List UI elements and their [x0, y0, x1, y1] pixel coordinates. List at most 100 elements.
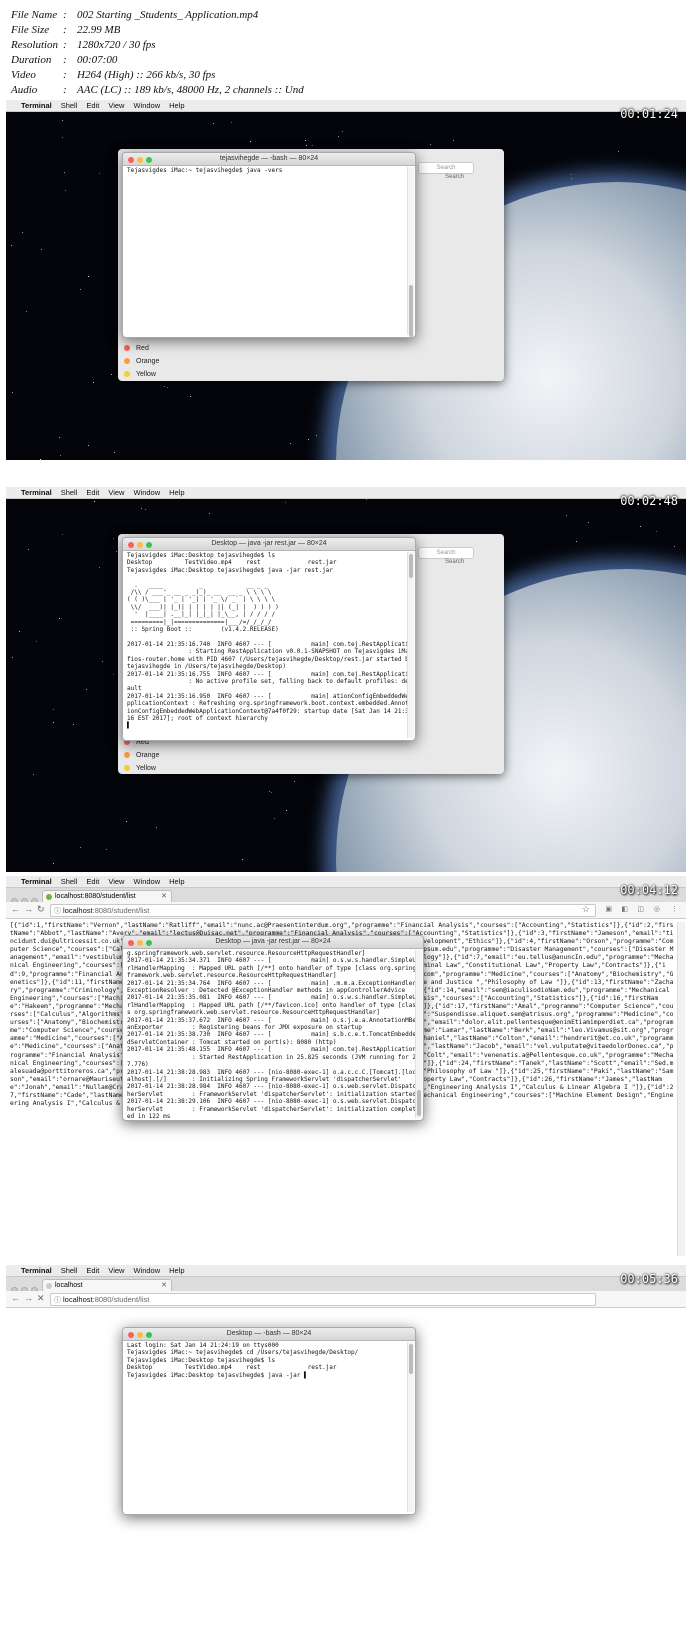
terminal-output[interactable]: g.springframework.web.servlet.resource.R… — [127, 950, 415, 1118]
info-value: 00:07:00 — [77, 54, 118, 66]
address-bar: ← → ↻ ⓘ localhost:8080/student/list ☆ ▣ ◧… — [6, 902, 686, 919]
close-button[interactable] — [128, 157, 134, 163]
finder-tag-yellow[interactable]: Yellow — [124, 762, 159, 775]
extension-icon[interactable]: ◎ — [654, 905, 660, 913]
menu-item-view[interactable]: View — [108, 876, 124, 887]
menu-item-shell[interactable]: Shell — [61, 1265, 78, 1276]
menu-item-edit[interactable]: Edit — [86, 1265, 99, 1276]
menu-app-name[interactable]: Terminal — [21, 487, 52, 498]
browser-window: localhost ✕ ← → ✕ ⓘ localhost:8080/student… — [6, 1277, 686, 1652]
tag-color-icon — [124, 371, 130, 378]
menu-item-help[interactable]: Help — [169, 100, 184, 111]
video-info-header: File Name:002 Starting _Students_ Applic… — [0, 0, 692, 100]
info-icon[interactable]: ⓘ — [54, 906, 61, 917]
menu-item-help[interactable]: Help — [169, 1265, 184, 1276]
minimize-button[interactable] — [137, 157, 143, 163]
menu-item-help[interactable]: Help — [169, 487, 184, 498]
menu-item-shell[interactable]: Shell — [61, 487, 78, 498]
menu-item-edit[interactable]: Edit — [86, 100, 99, 111]
tag-color-icon — [124, 345, 130, 352]
video-frame-4: Terminal Shell Edit View Window Help 00:05:36… — [6, 1265, 686, 1652]
terminal-window[interactable]: Desktop — -bash — 80×24 Last login: Sat … — [122, 1327, 416, 1515]
extension-icon[interactable]: ◫ — [637, 905, 644, 913]
terminal-title: tejasvihegde — -bash — 80×24 — [219, 155, 319, 162]
terminal-window[interactable]: tejasvihegde — -bash — 80×24 Tejasvigdes… — [122, 152, 416, 338]
finder-tag-orange[interactable]: Orange — [124, 355, 159, 368]
finder-search-input[interactable]: Search — [418, 547, 474, 559]
reload-icon[interactable]: ✕ — [37, 1293, 45, 1304]
browser-window: localhost:8080/student/list ✕ ← → ↻ ⓘ loca… — [6, 888, 686, 1256]
close-button[interactable] — [128, 940, 134, 946]
url-input[interactable]: ⓘ localhost:8080/student/list — [50, 1293, 596, 1306]
tab-strip: localhost ✕ — [6, 1277, 686, 1294]
terminal-title-bar[interactable]: tejasvihegde — -bash — 80×24 — [123, 153, 415, 166]
minimize-button[interactable] — [137, 542, 143, 548]
url-path: :8080/student/list — [92, 906, 150, 915]
menu-item-window[interactable]: Window — [133, 100, 160, 111]
info-icon[interactable]: ⓘ — [54, 1295, 61, 1306]
menu-app-name[interactable]: Terminal — [21, 1265, 52, 1276]
menu-item-window[interactable]: Window — [133, 1265, 160, 1276]
close-button[interactable] — [128, 1332, 134, 1338]
menu-app-name[interactable]: Terminal — [21, 876, 52, 887]
terminal-scrollbar[interactable] — [407, 167, 414, 337]
menu-item-window[interactable]: Window — [133, 487, 160, 498]
menu-item-view[interactable]: View — [108, 487, 124, 498]
terminal-title-bar[interactable]: Desktop — java -jar rest.jar — 80×24 — [123, 538, 415, 551]
browser-tab[interactable]: localhost:8080/student/list ✕ — [42, 890, 172, 902]
menu-item-window[interactable]: Window — [133, 876, 160, 887]
terminal-scrollbar[interactable] — [407, 552, 414, 738]
page-scrollbar[interactable] — [677, 922, 685, 1256]
tab-title: localhost:8080/student/list — [55, 893, 136, 900]
menu-item-view[interactable]: View — [108, 100, 124, 111]
terminal-output[interactable]: Tejasvigdes iMac:Desktop tejasvihegde$ l… — [127, 552, 407, 738]
menu-item-shell[interactable]: Shell — [61, 100, 78, 111]
forward-icon[interactable]: → — [24, 904, 33, 914]
terminal-window[interactable]: Desktop — java -jar rest.jar — 80×24 g.s… — [122, 935, 424, 1121]
finder-tag-orange[interactable]: Orange — [124, 749, 159, 762]
bookmark-star-icon[interactable]: ☆ — [582, 904, 590, 915]
finder-search-input[interactable]: Search — [418, 162, 474, 174]
extension-icon[interactable]: ▣ — [605, 905, 612, 913]
timestamp: 00:02:48 — [620, 494, 678, 508]
menu-item-shell[interactable]: Shell — [61, 876, 78, 887]
tag-label: Red — [136, 345, 149, 352]
terminal-title: Desktop — -bash — 80×24 — [226, 1330, 312, 1337]
extension-icon[interactable]: ◧ — [621, 905, 628, 913]
menu-item-view[interactable]: View — [108, 1265, 124, 1276]
finder-tag-yellow[interactable]: Yellow — [124, 368, 159, 381]
back-icon[interactable]: ← — [11, 1293, 20, 1303]
menu-bar: Terminal Shell Edit View Window Help — [6, 1265, 686, 1277]
terminal-window[interactable]: Desktop — java -jar rest.jar — 80×24 Tej… — [122, 537, 416, 741]
info-row: Duration:00:07:00 — [11, 54, 118, 66]
terminal-output[interactable]: Last login: Sat Jan 14 21:24:19 on ttys0… — [127, 1342, 407, 1512]
address-bar: ← → ✕ ⓘ localhost:8080/student/list — [6, 1291, 686, 1308]
menu-item-help[interactable]: Help — [169, 876, 184, 887]
info-value: H264 (High) :: 266 kb/s, 30 fps — [77, 69, 216, 81]
zoom-button[interactable] — [146, 157, 152, 163]
url-input[interactable]: ⓘ localhost:8080/student/list — [50, 904, 596, 917]
terminal-title-bar[interactable]: Desktop — -bash — 80×24 — [123, 1328, 415, 1341]
menu-app-name[interactable]: Terminal — [21, 100, 52, 111]
zoom-button[interactable] — [146, 542, 152, 548]
browser-tab[interactable]: localhost ✕ — [42, 1279, 172, 1291]
minimize-button[interactable] — [137, 1332, 143, 1338]
timestamp: 00:05:36 — [620, 1272, 678, 1286]
reload-icon[interactable]: ↻ — [37, 904, 45, 915]
back-icon[interactable]: ← — [11, 904, 20, 914]
minimize-button[interactable] — [137, 940, 143, 946]
info-row: Resolution:1280x720 / 30 fps — [11, 39, 156, 51]
menu-item-edit[interactable]: Edit — [86, 876, 99, 887]
zoom-button[interactable] — [146, 1332, 152, 1338]
zoom-button[interactable] — [146, 940, 152, 946]
terminal-title-bar[interactable]: Desktop — java -jar rest.jar — 80×24 — [123, 936, 423, 949]
terminal-scrollbar[interactable] — [407, 1342, 414, 1512]
menu-icon[interactable]: ⋮ — [671, 905, 678, 913]
terminal-scrollbar[interactable] — [415, 950, 422, 1118]
close-button[interactable] — [128, 542, 134, 548]
finder-tag-red[interactable]: Red — [124, 342, 159, 355]
terminal-output[interactable]: Tejasvigdes iMac:~ tejasvihegde$ java -v… — [127, 167, 407, 335]
forward-icon[interactable]: → — [24, 1293, 33, 1303]
menu-item-edit[interactable]: Edit — [86, 487, 99, 498]
tag-label: Yellow — [136, 371, 156, 378]
